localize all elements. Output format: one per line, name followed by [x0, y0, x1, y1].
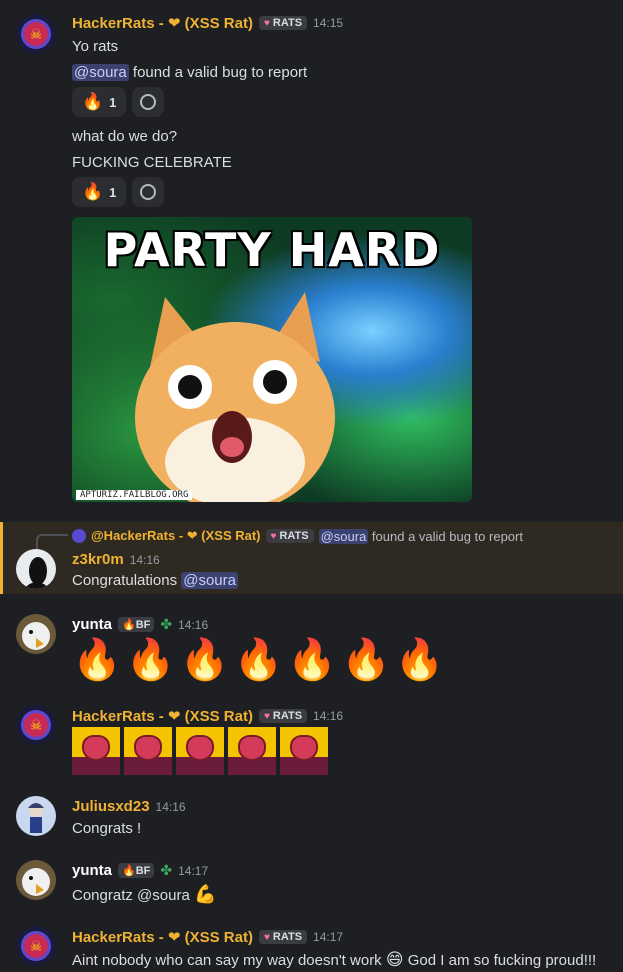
author-name[interactable]: HackerRats - ❤ (XSS Rat) [72, 14, 253, 32]
reaction-fire[interactable]: 🔥 1 [72, 87, 127, 117]
timestamp: 14:16 [178, 617, 209, 632]
fire-icon: 🔥 [82, 182, 104, 201]
server-tag[interactable]: ♥ RATS [258, 930, 308, 944]
author-name[interactable]: Juliusxd23 [72, 798, 150, 815]
timestamp: 14:16 [155, 799, 186, 814]
message-text: @soura found a valid bug to report [72, 64, 307, 81]
fire-icon: 🔥 [82, 92, 104, 111]
fire-icon[interactable]: 🔥 [233, 638, 283, 682]
message-text: Aint nobody who can say my way doesn't w… [72, 950, 596, 970]
clover-icon: ✤ [160, 616, 173, 632]
add-reaction-button[interactable] [132, 87, 165, 117]
flexed-biceps-icon: 💪 [193, 884, 217, 904]
timestamp: 14:16 [313, 709, 344, 723]
rat-emoji[interactable] [176, 727, 224, 775]
grinning-face-icon: 😄 [385, 950, 404, 969]
server-tag-label: RATS [272, 710, 303, 722]
avatar[interactable] [16, 860, 56, 900]
message-text: Congrats ! [72, 820, 142, 837]
flame-small-icon: 🔥 [122, 619, 136, 631]
message-text: Congratulations @soura [72, 572, 238, 589]
silhouette-icon [24, 557, 50, 589]
author-name[interactable]: HackerRats - ❤ (XSS Rat) [72, 707, 253, 725]
timestamp: 14:16 [129, 552, 160, 567]
user-mention[interactable]: @soura [181, 572, 238, 589]
message-text: Congratz @soura 💪 [72, 884, 216, 905]
reaction-count: 1 [109, 184, 117, 200]
author-name[interactable]: HackerRats - ❤ (XSS Rat) [72, 928, 253, 946]
rat-emoji-row [72, 727, 328, 775]
reply-connector [36, 534, 68, 550]
reply-author: @HackerRats - ❤ (XSS Rat) [91, 528, 261, 543]
server-tag[interactable]: ♥ RATS [258, 16, 308, 30]
message-text: what do we do? [72, 128, 178, 145]
user-mention[interactable]: @soura [72, 64, 129, 81]
avatar[interactable] [16, 614, 56, 654]
fire-icon[interactable]: 🔥 [287, 638, 337, 682]
avatar[interactable] [16, 796, 56, 836]
eagle-icon [22, 622, 50, 650]
message-text-part: God I am so fucking proud!!! [403, 952, 597, 969]
avatar[interactable]: ☠ [16, 926, 56, 966]
fire-icon[interactable]: 🔥 [341, 638, 391, 682]
server-tag-label: RATS [279, 530, 309, 542]
clover-icon: ✤ [160, 862, 173, 878]
reply-avatar [72, 529, 86, 543]
reaction-bar: 🔥 1 [72, 87, 165, 117]
timestamp: 14:17 [178, 863, 209, 878]
avatar[interactable]: ☠ [16, 705, 56, 745]
message-text-rest: found a valid bug to report [128, 64, 308, 81]
eagle-icon [22, 868, 50, 896]
message-text: FUCKING CELEBRATE [72, 154, 232, 171]
author-name[interactable]: yunta [72, 862, 112, 879]
cat-image [135, 292, 335, 502]
avatar[interactable] [16, 549, 56, 589]
flame-small-icon: 🔥 [122, 865, 136, 877]
anime-avatar-icon [28, 803, 44, 833]
message-text-body: Congratulations [72, 572, 182, 589]
author-name[interactable]: yunta [72, 616, 112, 633]
message-text: Yo rats [72, 38, 119, 55]
user-mention: @soura [318, 528, 369, 544]
add-reaction-button[interactable] [132, 177, 165, 207]
message-text-part: Aint nobody who can say my way doesn't w… [72, 952, 386, 969]
timestamp: 14:17 [313, 930, 344, 944]
fire-icon[interactable]: 🔥 [395, 638, 445, 682]
badge[interactable]: 🔥BF [118, 863, 155, 878]
server-tag[interactable]: ♥ RATS [258, 709, 308, 723]
smiley-icon [140, 184, 157, 200]
fire-icon[interactable]: 🔥 [126, 638, 176, 682]
server-tag: ♥ RATS [265, 529, 314, 543]
author-name[interactable]: z3kr0m [72, 551, 124, 568]
badge-label: BF [135, 619, 151, 631]
fire-emoji-row: 🔥 🔥 🔥 🔥 🔥 🔥 🔥 [72, 638, 445, 682]
rat-emoji[interactable] [228, 727, 276, 775]
reaction-bar: 🔥 1 [72, 177, 165, 207]
rat-emoji[interactable] [72, 727, 120, 775]
server-tag-label: RATS [272, 17, 303, 29]
badge-label: BF [135, 865, 151, 877]
rat-emoji[interactable] [280, 727, 328, 775]
message-text-body: Congratz @soura [72, 887, 194, 904]
smiley-icon [140, 94, 157, 110]
fire-icon[interactable]: 🔥 [72, 638, 122, 682]
avatar[interactable]: ☠ [16, 14, 56, 54]
reaction-fire[interactable]: 🔥 1 [72, 177, 127, 207]
gif-caption: PARTY HARD [103, 223, 441, 277]
timestamp: 14:15 [313, 16, 344, 30]
fire-icon[interactable]: 🔥 [180, 638, 230, 682]
reply-preview[interactable]: @HackerRats - ❤ (XSS Rat) ♥ RATS @soura f… [72, 528, 523, 544]
server-tag-label: RATS [272, 931, 303, 943]
badge[interactable]: 🔥BF [118, 617, 155, 632]
party-hard-gif[interactable]: PARTY HARD APTURIZ.FAILBLOG.ORG [72, 217, 472, 502]
rat-emoji[interactable] [124, 727, 172, 775]
gif-watermark: APTURIZ.FAILBLOG.ORG [76, 490, 193, 500]
reply-text: found a valid bug to report [368, 528, 523, 544]
reaction-count: 1 [109, 94, 117, 110]
